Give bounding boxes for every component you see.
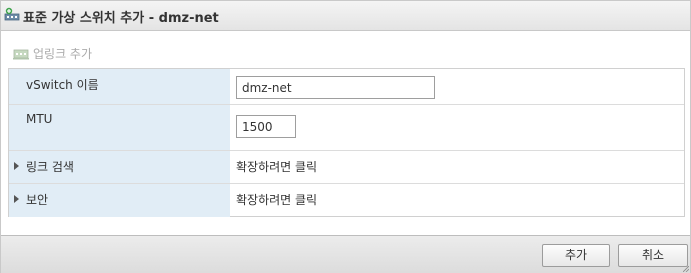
add-uplink-label: 업링크 추가 [33,47,93,61]
security-label: 보안 [26,193,49,207]
mtu-label-cell: MTU [9,105,230,150]
security-label-cell[interactable]: 보안 [9,184,230,217]
link-discovery-expand-hint[interactable]: 확장하려면 클릭 [236,158,317,175]
mtu-row: MTU [9,105,684,151]
link-discovery-row[interactable]: 링크 검색 확장하려면 클릭 [9,151,684,184]
cancel-button[interactable]: 취소 [618,244,688,267]
resize-grip-icon[interactable] [683,266,689,272]
vswitch-settings-form: vSwitch 이름 MTU 링크 검색 확장하려면 클릭 [8,68,685,217]
mtu-value-cell [230,105,684,150]
security-row[interactable]: 보안 확장하려면 클릭 [9,184,684,217]
expand-arrow-icon[interactable] [14,195,19,203]
mtu-input[interactable] [236,115,296,138]
expand-arrow-icon[interactable] [14,162,19,170]
virtual-switch-add-icon [4,7,20,21]
add-button[interactable]: 추가 [542,244,610,267]
link-discovery-label-cell[interactable]: 링크 검색 [9,151,230,183]
add-standard-vswitch-dialog: 표준 가상 스위치 추가 - dmz-net 업링크 추가 vSwitch 이름… [0,0,691,273]
dialog-title: 표준 가상 스위치 추가 - dmz-net [23,11,219,26]
security-value-cell[interactable]: 확장하려면 클릭 [230,184,684,217]
vswitch-name-row: vSwitch 이름 [9,69,684,105]
uplink-add-icon [13,49,29,60]
link-discovery-value-cell[interactable]: 확장하려면 클릭 [230,151,684,183]
security-expand-hint[interactable]: 확장하려면 클릭 [236,191,317,208]
vswitch-name-label: vSwitch 이름 [26,78,99,92]
mtu-label: MTU [26,112,53,126]
link-discovery-label: 링크 검색 [26,160,74,174]
vswitch-name-label-cell: vSwitch 이름 [9,69,230,104]
dialog-footer: 추가 취소 [1,235,690,273]
vswitch-name-value-cell [230,69,684,104]
vswitch-name-input[interactable] [236,76,435,99]
dialog-titlebar[interactable]: 표준 가상 스위치 추가 - dmz-net [1,1,690,31]
